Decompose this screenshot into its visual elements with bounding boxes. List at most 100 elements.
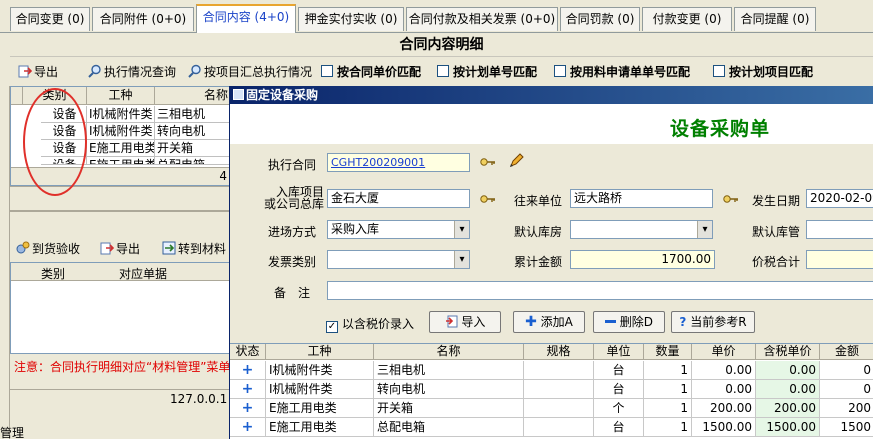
warehouse-select[interactable] [570,220,713,239]
export-button-2[interactable]: 导出 [100,239,140,259]
checkbox[interactable] [554,65,566,77]
table-cell[interactable] [524,399,594,418]
table-cell[interactable]: E施工用电类 [87,157,155,165]
col-tax-price[interactable]: 含税单价 [756,344,820,360]
col-document[interactable]: 对应单据 [119,265,167,282]
table-cell[interactable]: 200 [820,399,873,418]
table-cell[interactable]: E施工用电类 [266,399,374,418]
table-cell[interactable]: 200.00 [756,399,820,418]
project-input[interactable]: 金石大厦 [327,189,470,208]
table-cell[interactable] [524,361,594,380]
checkbox[interactable] [437,65,449,77]
table-cell[interactable]: 0.00 [756,361,820,380]
status-plus-icon[interactable]: + [230,380,266,399]
table-cell[interactable]: 1500 [820,418,873,437]
checkbox[interactable] [321,65,333,77]
table-cell[interactable]: 0 [820,361,873,380]
table-cell[interactable]: 200.00 [692,399,756,418]
table-cell[interactable]: 台 [594,361,644,380]
reference-button[interactable]: ? 当前参考R [671,311,755,333]
status-plus-icon[interactable]: + [230,418,266,437]
table-cell[interactable]: 转向电机 [155,123,233,140]
table-cell[interactable]: 开关箱 [374,399,524,418]
col-category-2[interactable]: 类别 [41,265,65,282]
table-cell[interactable]: I机械附件类 [266,380,374,399]
exec-query-button[interactable]: 执行情况查询 [88,62,176,82]
delete-button[interactable]: 删除D [593,311,665,333]
table-cell[interactable]: 1500.00 [756,418,820,437]
table-cell[interactable] [524,380,594,399]
remark-input[interactable] [327,281,873,300]
table-cell[interactable]: 台 [594,380,644,399]
status-plus-icon[interactable]: + [230,361,266,380]
key-icon[interactable] [480,156,496,168]
table-cell[interactable]: 个 [594,399,644,418]
export-button[interactable]: 导出 [18,62,58,82]
col-unit[interactable]: 单位 [594,344,644,360]
table-cell[interactable]: E施工用电类 [266,418,374,437]
table-cell[interactable]: 转向电机 [374,380,524,399]
check-match-unit-price[interactable]: 按合同单价匹配 [321,62,421,82]
table-cell[interactable]: 开关箱 [155,140,233,157]
transfer-button[interactable]: 转到材料 [162,239,226,259]
tab-contract-attachment[interactable]: 合同附件 (0+0) [92,7,194,31]
add-button[interactable]: ✚ 添加A [513,311,585,333]
table-cell[interactable]: 1 [644,380,692,399]
tab-penalty[interactable]: 合同罚款 (0) [560,7,640,31]
col-price[interactable]: 单价 [692,344,756,360]
date-input[interactable]: 2020-02-09 [806,189,873,208]
status-plus-icon[interactable]: + [230,399,266,418]
summary-query-button[interactable]: 按项目汇总执行情况 [188,62,312,82]
partner-input[interactable]: 远大路桥 [570,189,713,208]
tab-deposit[interactable]: 押金实付实收 (0) [298,7,404,31]
check-match-plan-no[interactable]: 按计划单号匹配 [437,62,537,82]
table-cell[interactable]: 总配电箱 [374,418,524,437]
splitter[interactable] [10,210,232,212]
project-label: 入库项目 或公司总库 [264,185,325,211]
checkbox-checked[interactable]: ✓ [326,321,338,333]
col-qty[interactable]: 数量 [644,344,692,360]
key-icon[interactable] [480,193,496,205]
col-name[interactable]: 名称 [374,344,524,360]
keeper-input[interactable] [806,220,873,239]
tab-payment-invoice[interactable]: 合同付款及相关发票 (0+0) [406,7,558,31]
table-cell[interactable] [524,418,594,437]
table-cell[interactable]: 1 [644,418,692,437]
receive-button[interactable]: 到货验收 [16,239,80,259]
tax-check[interactable]: ✓ 以含税价录入 [326,315,414,333]
table-cell[interactable]: 0.00 [692,380,756,399]
table-cell[interactable]: 1 [644,361,692,380]
pen-icon[interactable] [508,153,524,169]
table-cell[interactable]: 0 [820,380,873,399]
table-cell[interactable]: 台 [594,418,644,437]
check-match-plan-project[interactable]: 按计划项目匹配 [713,62,813,82]
table-cell[interactable]: I机械附件类 [87,123,155,140]
col-name[interactable]: 名称 [155,87,233,105]
checkbox[interactable] [713,65,725,77]
check-match-request-no[interactable]: 按用料申请单单号匹配 [554,62,690,82]
col-spec[interactable]: 规格 [524,344,594,360]
table-cell[interactable]: E施工用电类 [87,140,155,157]
col-amount[interactable]: 金额 [820,344,873,360]
tab-contract-change[interactable]: 合同变更 (0) [10,7,90,31]
entry-select[interactable]: 采购入库 [327,220,470,239]
tab-reminder[interactable]: 合同提醒 (0) [734,7,816,31]
table-cell[interactable]: 0.00 [756,380,820,399]
table-cell[interactable]: I机械附件类 [266,361,374,380]
tab-contract-content[interactable]: 合同内容 (4+0) [196,4,296,33]
table-cell[interactable]: 0.00 [692,361,756,380]
col-type[interactable]: 工种 [266,344,374,360]
table-cell[interactable]: I机械附件类 [87,106,155,123]
import-button[interactable]: 导入 [429,311,501,333]
col-worktype[interactable]: 工种 [87,87,155,105]
table-cell[interactable]: 三相电机 [155,106,233,123]
table-cell[interactable]: 总配电箱 [155,157,233,165]
table-cell[interactable]: 三相电机 [374,361,524,380]
col-status[interactable]: 状态 [230,344,266,360]
contract-input[interactable]: CGHT200209001 [327,153,470,172]
invoice-select[interactable] [327,250,470,269]
table-cell[interactable]: 1500.00 [692,418,756,437]
tab-payment-change[interactable]: 付款变更 (0) [642,7,732,31]
table-cell[interactable]: 1 [644,399,692,418]
key-icon[interactable] [723,193,739,205]
